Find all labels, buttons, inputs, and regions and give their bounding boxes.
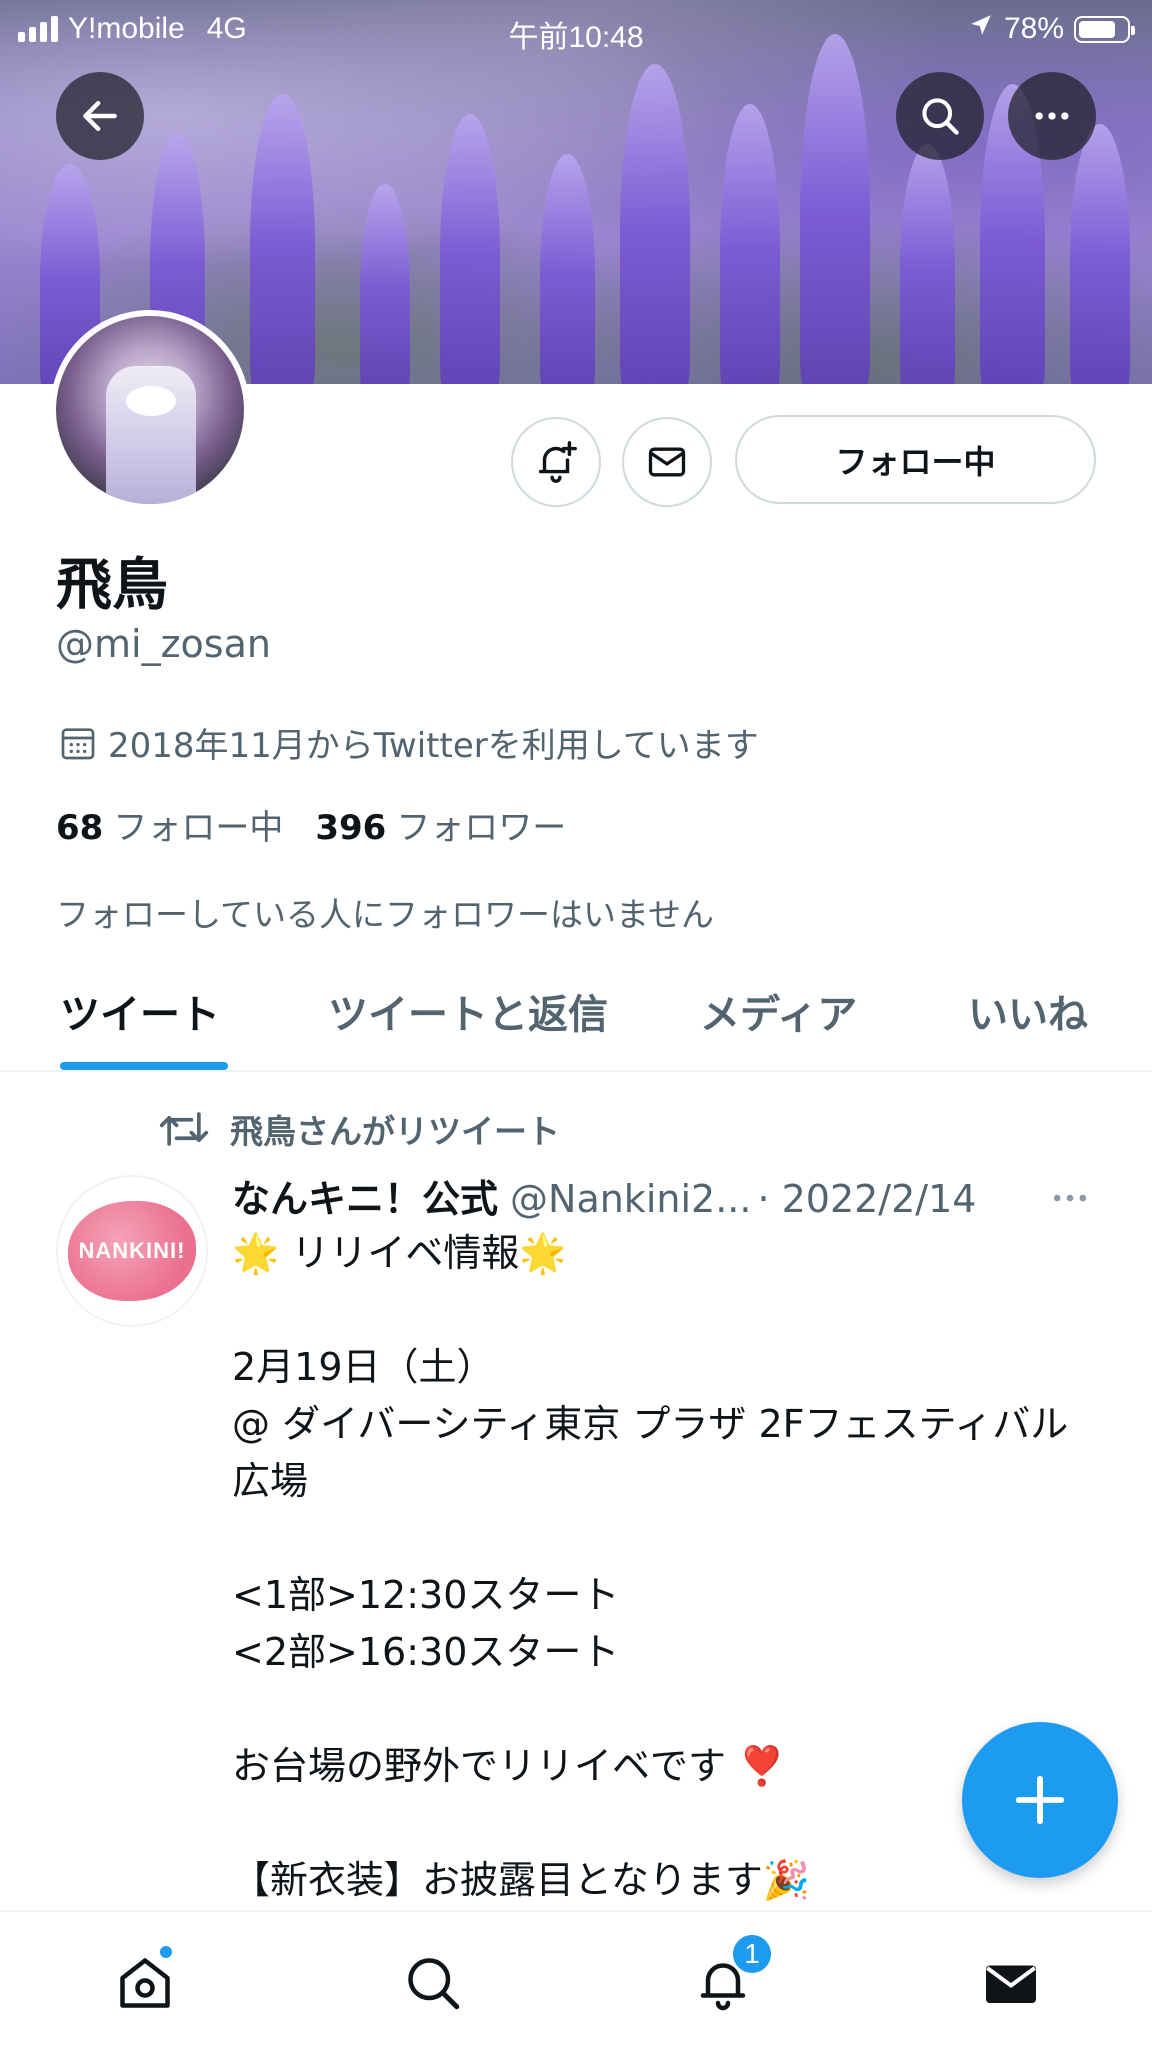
banner-flower (900, 144, 955, 384)
tweet-more-button[interactable] (1048, 1176, 1092, 1224)
profile-avatar[interactable] (50, 310, 250, 510)
followers-label: フォロワー (396, 808, 567, 848)
more-horizontal-icon (1053, 1194, 1087, 1202)
retweet-label[interactable]: 飛鳥さんがリツイート (230, 1105, 560, 1153)
followers-count: 396 (315, 808, 387, 848)
profile-tabs: ツイート ツイートと返信 メディア いいね (0, 960, 1152, 1072)
bell-plus-icon (538, 441, 577, 483)
tweet-author-avatar[interactable]: NANKINI! (56, 1175, 208, 1327)
compose-tweet-button[interactable] (962, 1722, 1118, 1878)
tab-tweets-and-replies[interactable]: ツイートと返信 (328, 982, 608, 1040)
join-date: 2018年11月からTwitterを利用しています (58, 718, 759, 767)
retweet-context: 飛鳥さんがリツイート (158, 1105, 560, 1153)
bottom-navigation: 1 (0, 1910, 1152, 2048)
home-icon (120, 1958, 170, 2008)
status-bar: Y!mobile 4G 午前10:48 78% (0, 0, 1152, 58)
nav-notifications[interactable]: 1 (688, 1932, 774, 2018)
tweet-header: なんキニ！公式 @Nankini2... · 2022/2/14 (232, 1168, 976, 1223)
message-button[interactable] (622, 417, 712, 507)
banner-flower (250, 94, 315, 384)
plus-icon (1015, 1775, 1065, 1825)
banner-flower (800, 34, 870, 384)
active-tab-indicator (60, 1062, 228, 1070)
notify-button[interactable] (511, 417, 601, 507)
profile-handle: @mi_zosan (56, 622, 271, 666)
tab-likes[interactable]: いいね (968, 982, 1088, 1040)
envelope-icon (986, 1965, 1036, 2003)
notifications-badge: 1 (730, 1932, 774, 1976)
banner-flower (360, 184, 410, 384)
nav-search[interactable] (398, 1948, 468, 2018)
nav-messages[interactable] (976, 1948, 1046, 2018)
tweet-author-handle[interactable]: @Nankini2... (510, 1177, 751, 1221)
banner-flower (720, 104, 780, 384)
no-shared-followers-text: フォローしている人にフォロワーはいません (56, 895, 715, 934)
join-date-text: 2018年11月からTwitterを利用しています (108, 726, 759, 766)
location-arrow-icon (968, 12, 994, 46)
following-count-link[interactable]: 68 フォロー中 (56, 800, 283, 849)
banner-flower (440, 114, 500, 384)
followers-count-link[interactable]: 396 フォロワー (315, 800, 566, 849)
banner-flower (540, 154, 595, 384)
more-horizontal-icon (1035, 112, 1069, 120)
profile-name: 飛鳥 (56, 553, 168, 618)
tweet-date[interactable]: · 2022/2/14 (757, 1177, 976, 1221)
search-icon (922, 98, 959, 135)
home-new-dot (158, 1944, 174, 1960)
banner-flower (620, 64, 690, 384)
tab-tweets[interactable]: ツイート (60, 982, 220, 1040)
nav-home[interactable] (110, 1944, 180, 2018)
envelope-icon (648, 447, 686, 477)
back-button[interactable] (56, 72, 144, 160)
status-right: 78% (968, 12, 1135, 46)
tweet-author-name[interactable]: なんキニ！公式 (232, 1168, 498, 1223)
battery-percent: 78% (1003, 12, 1064, 45)
search-button[interactable] (896, 72, 984, 160)
retweet-icon (159, 1112, 209, 1146)
banner-flower (1070, 124, 1130, 384)
following-label: フォロー中 (113, 808, 284, 848)
avatar-bow (126, 386, 176, 416)
search-icon (408, 1958, 460, 2010)
follow-counts: 68 フォロー中 396 フォロワー (56, 800, 566, 849)
following-button[interactable]: フォロー中 (735, 415, 1096, 504)
tab-media[interactable]: メディア (700, 982, 857, 1040)
nankini-logo: NANKINI! (68, 1201, 196, 1301)
battery-icon (1074, 15, 1135, 43)
calendar-icon (61, 727, 95, 759)
tweet-text: 🌟 リリイベ情報🌟 2月19日（土） @ ダイバーシティ東京 プラザ 2Fフェス… (232, 1231, 1069, 1902)
following-count: 68 (56, 808, 104, 848)
back-arrow-icon (83, 100, 117, 132)
more-options-button[interactable] (1008, 72, 1096, 160)
